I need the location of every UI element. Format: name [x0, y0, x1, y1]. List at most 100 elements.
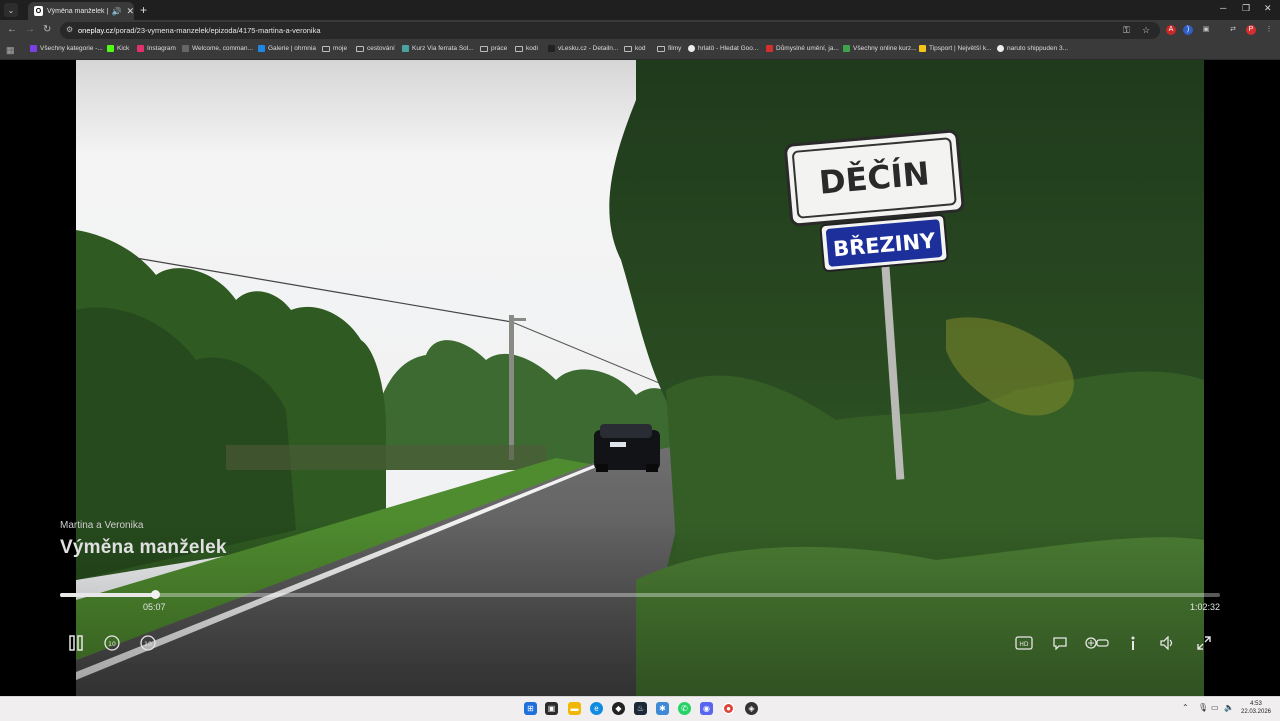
maximize-icon[interactable]: ❐	[1242, 3, 1250, 14]
bookmark-label: Galerie | ohrnnia	[268, 45, 316, 52]
discord-icon[interactable]: ◉	[700, 702, 713, 715]
forward-icon[interactable]: →	[25, 24, 35, 36]
bookmark-item[interactable]: Galerie | ohrnnia	[258, 45, 316, 52]
bookmark-label: cestování	[367, 45, 395, 52]
bookmark-item[interactable]: práce	[480, 45, 507, 52]
add-to-list-button[interactable]	[1083, 633, 1111, 653]
bookmark-label: Welcome, comman...	[192, 45, 253, 52]
whatsapp-icon[interactable]: ✆	[678, 702, 691, 715]
episode-subtitle: Martina a Veronika	[60, 520, 144, 531]
clock-date: 22.03.2026	[1240, 709, 1272, 715]
bookmark-item[interactable]: Tipsport | Největší k...	[919, 45, 992, 52]
edge-icon[interactable]: e	[590, 702, 603, 715]
clock-time: 4:53	[1250, 701, 1262, 707]
folder-icon	[356, 45, 364, 52]
info-button[interactable]	[1122, 633, 1144, 653]
rewind-10-button[interactable]: 10	[101, 633, 123, 653]
pause-button[interactable]	[65, 633, 87, 653]
tab-search-icon[interactable]: ⌄	[4, 3, 18, 17]
bookmark-label: Kurz Via ferrata Sol...	[412, 45, 474, 52]
browser-tab-active[interactable]: O Výměna manželek | Oneplay 🔊 ✕	[28, 2, 134, 20]
tab-favicon-icon: O	[34, 6, 43, 16]
app-circle-icon[interactable]: ◆	[612, 702, 625, 715]
system-clock[interactable]: 4:53 22.03.2026	[1238, 700, 1274, 716]
speaker-icon[interactable]: 🔈	[1224, 703, 1234, 712]
bookmark-item[interactable]: Kurz Via ferrata Sol...	[402, 45, 474, 52]
task-view-icon[interactable]: ▣	[545, 702, 558, 715]
bookmark-favicon-icon	[997, 45, 1004, 52]
bookmark-item[interactable]: Všechny online kurz...	[843, 45, 917, 52]
quality-hd-button[interactable]: HD	[1013, 633, 1035, 653]
rewind-10-icon: 10	[104, 635, 120, 651]
bookmark-item[interactable]: kodi	[515, 45, 538, 52]
adobe-extension-icon[interactable]: A	[1166, 25, 1176, 35]
tab-title: Výměna manželek | Oneplay	[46, 7, 110, 15]
url-text[interactable]: oneplay.cz/porad/23-vymena-manzelek/epiz…	[78, 26, 321, 35]
steam-icon[interactable]: ♨	[634, 702, 647, 715]
profile-avatar[interactable]: P	[1246, 25, 1256, 35]
password-key-icon[interactable]: ⚿	[1123, 25, 1130, 36]
tab-audio-icon[interactable]: 🔊	[111, 7, 121, 16]
extensions-puzzle-icon[interactable]: ▣	[1201, 25, 1211, 35]
browser-tab-strip: ⌄ O Výměna manželek | Oneplay 🔊 ✕ + ─ ❐ …	[0, 0, 1280, 20]
subtitles-button[interactable]	[1049, 633, 1071, 653]
bookmark-item[interactable]: filmy	[657, 45, 681, 52]
video-player[interactable]: DĚČÍN BŘEZINY Martina a Veronika Výměna …	[0, 60, 1280, 696]
microphone-icon[interactable]: 🎙	[1198, 703, 1208, 712]
bookmark-item[interactable]: naruto shippuden 3...	[997, 45, 1068, 52]
car	[594, 424, 660, 472]
bookmark-item[interactable]: Welcome, comman...	[182, 45, 253, 52]
cast-icon[interactable]: ⇄	[1228, 25, 1238, 35]
bookmark-item[interactable]: hrlatö - Hledat Goo...	[688, 45, 758, 52]
bookmarks-bar: ▦ Všechny kategorie -... Kick Instagram Wel…	[0, 41, 1280, 60]
site-info-icon[interactable]: ⚙	[66, 25, 73, 34]
tray-chevron-icon[interactable]: ⌃	[1182, 703, 1189, 712]
subtitles-icon	[1053, 637, 1067, 650]
bookmark-item[interactable]: Všechny kategorie -...	[30, 45, 103, 52]
progress-bar[interactable]	[60, 590, 1220, 599]
video-frame[interactable]: DĚČÍN BŘEZINY	[76, 60, 1204, 696]
apps-grid-icon[interactable]: ▦	[6, 45, 15, 56]
chrome-icon[interactable]: ●	[722, 702, 735, 715]
connection-app-icon[interactable]: ✱	[656, 702, 669, 715]
bookmark-item[interactable]: vLesku.cz - Detailn...	[548, 45, 618, 52]
add-list-icon	[1085, 637, 1109, 649]
browser-toolbar: ← → ↻ ⚙ oneplay.cz/porad/23-vymena-manze…	[0, 20, 1280, 41]
district-sign: BŘEZINY	[819, 214, 949, 272]
fullscreen-button[interactable]	[1193, 633, 1215, 653]
bookmark-favicon-icon	[402, 45, 409, 52]
network-icon[interactable]: ▭	[1211, 703, 1219, 712]
app-extra-icon[interactable]: ◈	[745, 702, 758, 715]
bookmark-favicon-icon	[688, 45, 695, 52]
bookmark-item[interactable]: cestování	[356, 45, 395, 52]
bookmark-label: moje	[333, 45, 348, 52]
browser-menu-icon[interactable]: ⋮	[1264, 25, 1274, 35]
bookmark-item[interactable]: Důmyslné umění, ja...	[766, 45, 839, 52]
bookmark-item[interactable]: Kick	[107, 45, 129, 52]
town-sign: DĚČÍN	[784, 129, 965, 227]
bookmark-label: práce	[491, 45, 508, 52]
bookmark-label: Důmyslné umění, ja...	[776, 45, 839, 52]
start-windows-icon[interactable]: ⊞	[524, 702, 537, 715]
address-bar[interactable]: ⚙ oneplay.cz/porad/23-vymena-manzelek/ep…	[60, 22, 1160, 39]
show-title: Výměna manželek	[60, 537, 227, 558]
reload-icon[interactable]: ↻	[43, 24, 51, 36]
taskbar: ⊞ ▣ ▬ e ◆ ♨ ✱ ✆ ◉ ● ◈ ⌃ 🎙 ▭ 🔈 4:53 22.03…	[0, 696, 1280, 721]
window-close-icon[interactable]: ✕	[1264, 3, 1272, 14]
bookmark-star-icon[interactable]: ☆	[1142, 25, 1150, 36]
new-tab-button[interactable]: +	[140, 3, 147, 17]
bookmark-favicon-icon	[107, 45, 114, 52]
volume-button[interactable]	[1157, 633, 1179, 653]
bookmark-item[interactable]: Instagram	[137, 45, 176, 52]
file-explorer-icon[interactable]: ▬	[568, 702, 581, 715]
forward-10-button[interactable]: 10	[137, 633, 159, 653]
bookmark-favicon-icon	[182, 45, 189, 52]
back-icon[interactable]: ←	[7, 24, 17, 36]
tab-close-icon[interactable]: ✕	[126, 6, 134, 17]
bookmark-item[interactable]: moje	[322, 45, 347, 52]
minimize-icon[interactable]: ─	[1220, 3, 1226, 13]
bookmark-item[interactable]: kod	[624, 45, 645, 52]
forward-10-icon: 10	[140, 635, 156, 651]
translate-extension-icon[interactable]: )	[1183, 25, 1193, 35]
bookmark-label: naruto shippuden 3...	[1007, 45, 1069, 52]
